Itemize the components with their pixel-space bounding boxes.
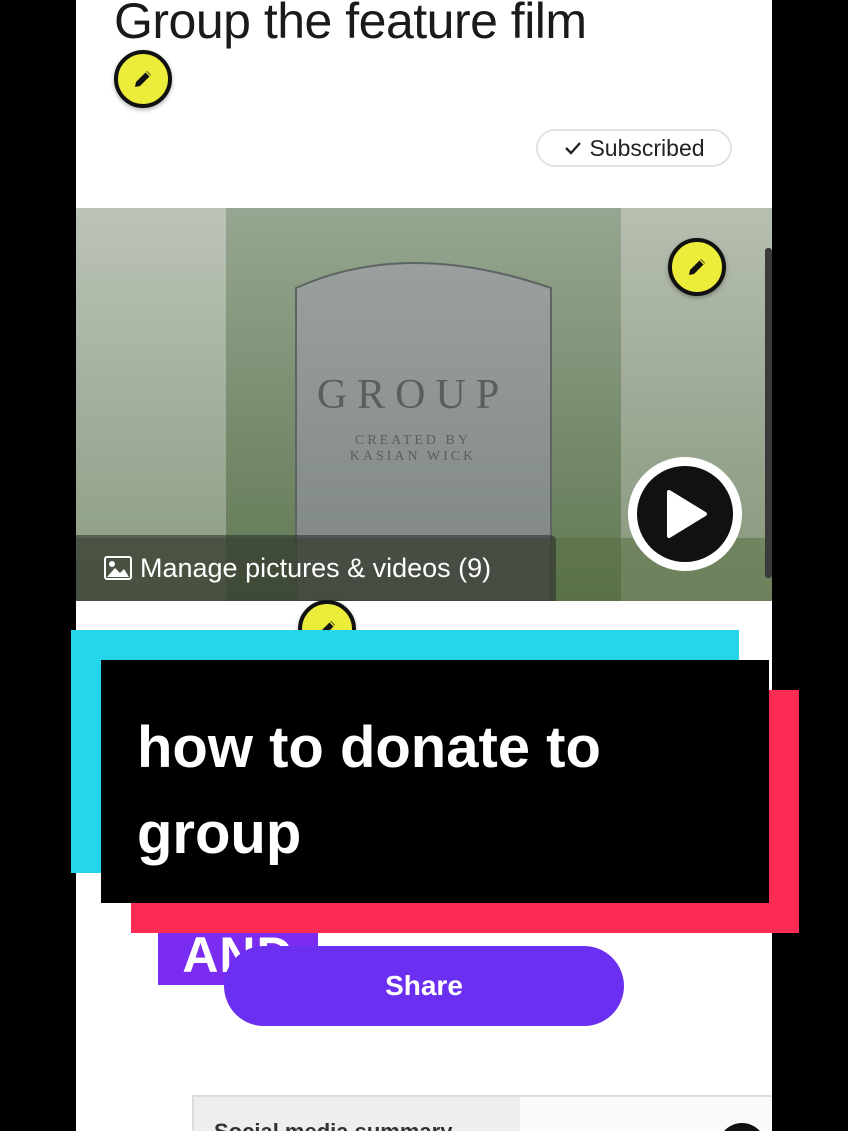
check-icon xyxy=(565,142,582,155)
social-media-summary[interactable]: Social media summary xyxy=(192,1095,772,1131)
page-title: Group the feature film xyxy=(114,0,587,49)
pencil-icon xyxy=(135,71,151,87)
social-summary-label: Social media summary xyxy=(194,1097,520,1131)
social-icon xyxy=(718,1123,766,1131)
poster-credit-line1: CREATED BY xyxy=(355,433,471,448)
poster-title: GROUP xyxy=(317,372,509,418)
media-scrollbar[interactable] xyxy=(765,248,772,578)
pencil-icon xyxy=(689,259,705,275)
subscribed-label: Subscribed xyxy=(589,134,705,161)
share-button[interactable]: Share xyxy=(224,946,624,1026)
edit-media-button[interactable] xyxy=(668,238,726,296)
image-icon xyxy=(104,556,132,580)
play-icon xyxy=(667,490,707,538)
edit-title-button[interactable] xyxy=(114,50,172,108)
subscribed-button[interactable]: Subscribed xyxy=(536,129,732,167)
caption-text: how to donate to group xyxy=(137,715,601,866)
poster-credit-line2: KASIAN WICK xyxy=(350,449,476,464)
manage-media-button[interactable]: Manage pictures & videos (9) xyxy=(76,535,556,601)
play-button[interactable] xyxy=(628,457,742,571)
manage-media-label: Manage pictures & videos (9) xyxy=(140,552,492,583)
media-gallery[interactable]: GROUP CREATED BY KASIAN WICK Manage pict… xyxy=(76,208,772,601)
